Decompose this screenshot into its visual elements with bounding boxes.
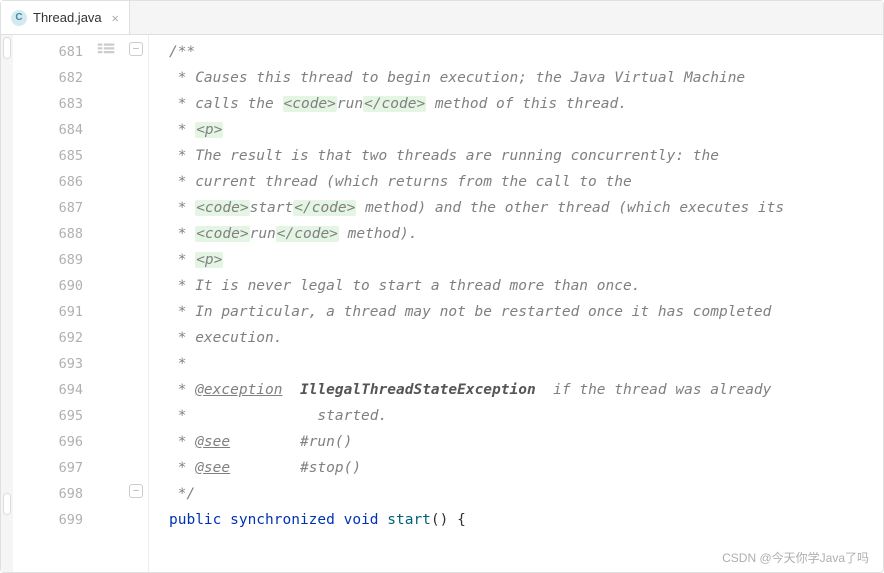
code-line: * [169,351,883,377]
code-line: * @see #stop() [169,455,883,481]
code-line: * <code>run</code> method). [169,221,883,247]
java-class-icon: C [11,10,27,26]
line-number: 695 [13,403,93,429]
line-number: 686 [13,169,93,195]
line-number: 689 [13,247,93,273]
close-icon[interactable]: ✕ [108,11,119,25]
fold-toggle-icon[interactable]: – [129,484,143,498]
line-number: 696 [13,429,93,455]
code-line: * <p> [169,247,883,273]
code-line: * In particular, a thread may not be res… [169,299,883,325]
line-number-gutter: 6816826836846856866876886896906916926936… [13,35,93,572]
fold-toggle-icon[interactable]: – [129,42,143,56]
tab-bar: C Thread.java ✕ [1,1,883,35]
code-line: * calls the <code>run</code> method of t… [169,91,883,117]
line-number: 690 [13,273,93,299]
fold-column: – – [123,35,149,572]
code-content[interactable]: /** * Causes this thread to begin execut… [149,35,883,572]
line-number: 693 [13,351,93,377]
line-number: 683 [13,91,93,117]
line-number: 697 [13,455,93,481]
code-line: * The result is that two threads are run… [169,143,883,169]
line-number: 694 [13,377,93,403]
editor-area: 6816826836846856866876886896906916926936… [1,35,883,572]
code-line: public synchronized void start() { [169,507,883,533]
code-line: * execution. [169,325,883,351]
bookmark-icon [97,41,115,55]
tab-filename: Thread.java [33,10,102,25]
line-number: 688 [13,221,93,247]
code-line: * started. [169,403,883,429]
code-line: * current thread (which returns from the… [169,169,883,195]
code-line: * It is never legal to start a thread mo… [169,273,883,299]
gutter-marker-icon [3,37,11,59]
left-strip [1,35,13,572]
line-number: 699 [13,507,93,533]
line-number: 684 [13,117,93,143]
line-number: 687 [13,195,93,221]
code-line: /** [169,39,883,65]
code-line: * @see #run() [169,429,883,455]
line-number: 685 [13,143,93,169]
line-number: 682 [13,65,93,91]
line-number: 698 [13,481,93,507]
code-line: */ [169,481,883,507]
line-number: 692 [13,325,93,351]
code-line: * @exception IllegalThreadStateException… [169,377,883,403]
code-line: * <code>start</code> method) and the oth… [169,195,883,221]
code-line: * Causes this thread to begin execution;… [169,65,883,91]
gutter-marker-icon [3,493,11,515]
code-line: * <p> [169,117,883,143]
bookmark-column [93,35,123,572]
line-number: 681 [13,39,93,65]
line-number: 691 [13,299,93,325]
file-tab[interactable]: C Thread.java ✕ [1,1,130,34]
watermark-text: CSDN @今天你学Java了吗 [722,549,869,566]
